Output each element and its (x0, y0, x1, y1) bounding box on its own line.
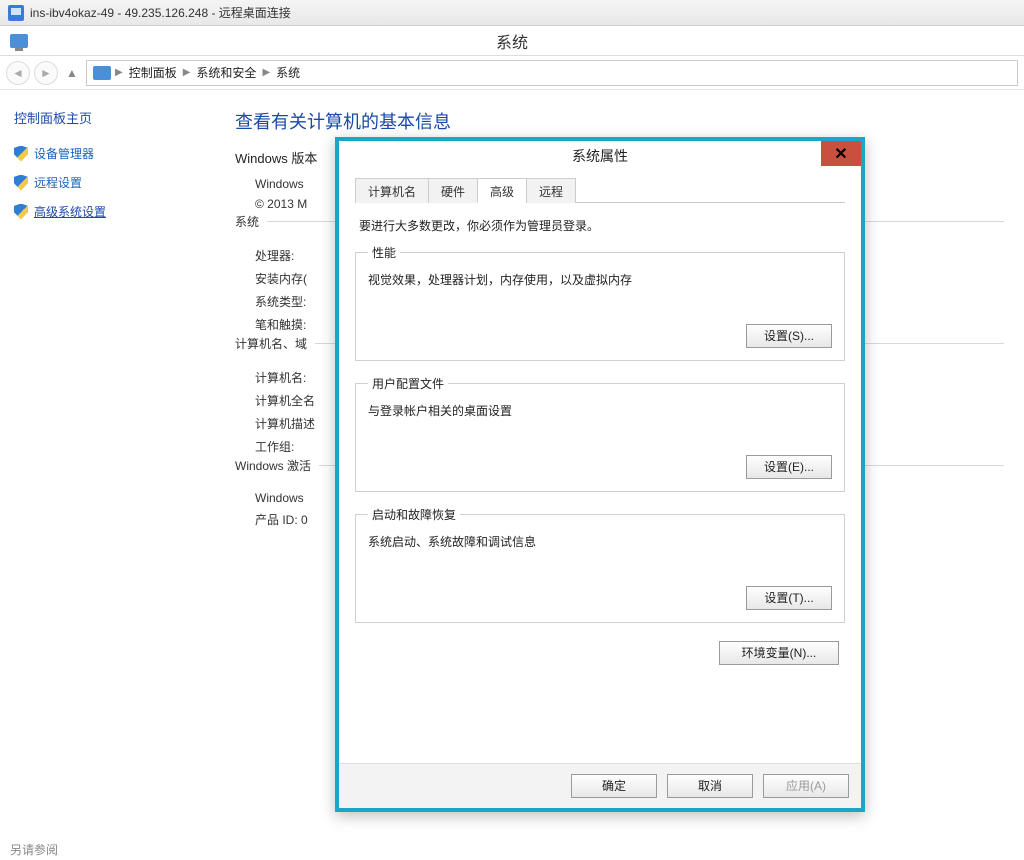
label-computer-name: 计算机名: (255, 369, 306, 386)
see-also-section: 另请参阅 (0, 841, 58, 858)
close-button[interactable]: ✕ (821, 141, 861, 166)
shield-icon (14, 146, 28, 162)
breadcrumb-root-icon (93, 66, 111, 80)
startup-settings-button[interactable]: 设置(T)... (746, 586, 832, 610)
group-profiles-legend: 用户配置文件 (368, 375, 448, 392)
system-properties-dialog: 系统属性 ✕ 计算机名 硬件 高级 远程 要进行大多数更改，你必须作为管理员登录… (335, 137, 865, 812)
tab-computer-name[interactable]: 计算机名 (355, 178, 429, 203)
breadcrumb-item[interactable]: 系统和安全 (194, 64, 258, 81)
admin-note: 要进行大多数更改，你必须作为管理员登录。 (359, 217, 841, 234)
group-startup-desc: 系统启动、系统故障和调试信息 (368, 533, 832, 550)
group-performance-legend: 性能 (368, 244, 400, 261)
nav-back-button[interactable]: ◄ (6, 61, 30, 85)
breadcrumb-item[interactable]: 系统 (274, 64, 302, 81)
label-activation-windows: Windows (255, 491, 304, 505)
sidebar-heading[interactable]: 控制面板主页 (14, 108, 211, 127)
ok-button[interactable]: 确定 (571, 774, 657, 798)
section-system-label: 系统 (235, 215, 267, 229)
cancel-button[interactable]: 取消 (667, 774, 753, 798)
label-product-id: 产品 ID: 0 (255, 511, 308, 528)
sidebar-link-advanced-settings[interactable]: 高级系统设置 (14, 203, 211, 220)
chevron-right-icon: ▶ (115, 67, 123, 78)
page-title: 查看有关计算机的基本信息 (235, 108, 1004, 134)
shield-icon (14, 204, 28, 220)
rdp-icon (8, 5, 24, 21)
breadcrumb-item[interactable]: 控制面板 (127, 64, 179, 81)
chevron-right-icon: ▶ (262, 67, 270, 78)
dialog-body: 计算机名 硬件 高级 远程 要进行大多数更改，你必须作为管理员登录。 性能 视觉… (339, 171, 861, 763)
label-pen-touch: 笔和触摸: (255, 316, 306, 333)
sidebar-link-label: 设备管理器 (34, 145, 94, 162)
tab-strip: 计算机名 硬件 高级 远程 (355, 177, 845, 203)
environment-variables-button[interactable]: 环境变量(N)... (719, 641, 839, 665)
left-sidebar: 控制面板主页 设备管理器 远程设置 高级系统设置 (0, 90, 225, 860)
section-computer-label: 计算机名、域 (235, 337, 315, 351)
nav-bar: ◄ ► ▲ ▶ 控制面板 ▶ 系统和安全 ▶ 系统 (0, 56, 1024, 90)
rdp-title-bar: ins-ibv4okaz-49 - 49.235.126.248 - 远程桌面连… (0, 0, 1024, 26)
nav-forward-button[interactable]: ► (34, 61, 58, 85)
tab-remote[interactable]: 远程 (526, 178, 576, 203)
dialog-footer: 确定 取消 应用(A) (339, 763, 861, 808)
label-processor: 处理器: (255, 247, 294, 264)
apply-button[interactable]: 应用(A) (763, 774, 849, 798)
performance-settings-button[interactable]: 设置(S)... (746, 324, 832, 348)
label-workgroup: 工作组: (255, 438, 294, 455)
tab-hardware[interactable]: 硬件 (428, 178, 478, 203)
chevron-right-icon: ▶ (183, 67, 191, 78)
sidebar-link-label: 远程设置 (34, 174, 82, 191)
sidebar-link-label: 高级系统设置 (34, 203, 106, 220)
window-title-row: 系统 (0, 26, 1024, 56)
window-title: 系统 (0, 29, 1024, 53)
profiles-settings-button[interactable]: 设置(E)... (746, 455, 832, 479)
nav-up-button[interactable]: ▲ (62, 63, 82, 83)
group-startup-legend: 启动和故障恢复 (368, 506, 460, 523)
label-computer-fullname: 计算机全名 (255, 392, 315, 409)
close-icon: ✕ (834, 144, 847, 164)
group-user-profiles: 用户配置文件 与登录帐户相关的桌面设置 设置(E)... (355, 375, 845, 492)
section-activation-label: Windows 激活 (235, 459, 319, 473)
group-performance-desc: 视觉效果，处理器计划，内存使用，以及虚拟内存 (368, 271, 832, 288)
sidebar-link-device-manager[interactable]: 设备管理器 (14, 145, 211, 162)
shield-icon (14, 175, 28, 191)
breadcrumb[interactable]: ▶ 控制面板 ▶ 系统和安全 ▶ 系统 (86, 60, 1018, 86)
group-profiles-desc: 与登录帐户相关的桌面设置 (368, 402, 832, 419)
group-startup-recovery: 启动和故障恢复 系统启动、系统故障和调试信息 设置(T)... (355, 506, 845, 623)
rdp-title: ins-ibv4okaz-49 - 49.235.126.248 - 远程桌面连… (30, 4, 291, 21)
dialog-title: 系统属性 (572, 146, 628, 166)
label-computer-description: 计算机描述 (255, 415, 315, 432)
sidebar-link-remote-settings[interactable]: 远程设置 (14, 174, 211, 191)
label-system-type: 系统类型: (255, 293, 306, 310)
group-performance: 性能 视觉效果，处理器计划，内存使用，以及虚拟内存 设置(S)... (355, 244, 845, 361)
label-ram: 安装内存( (255, 270, 307, 287)
dialog-titlebar[interactable]: 系统属性 ✕ (339, 141, 861, 171)
tab-advanced[interactable]: 高级 (477, 178, 527, 203)
